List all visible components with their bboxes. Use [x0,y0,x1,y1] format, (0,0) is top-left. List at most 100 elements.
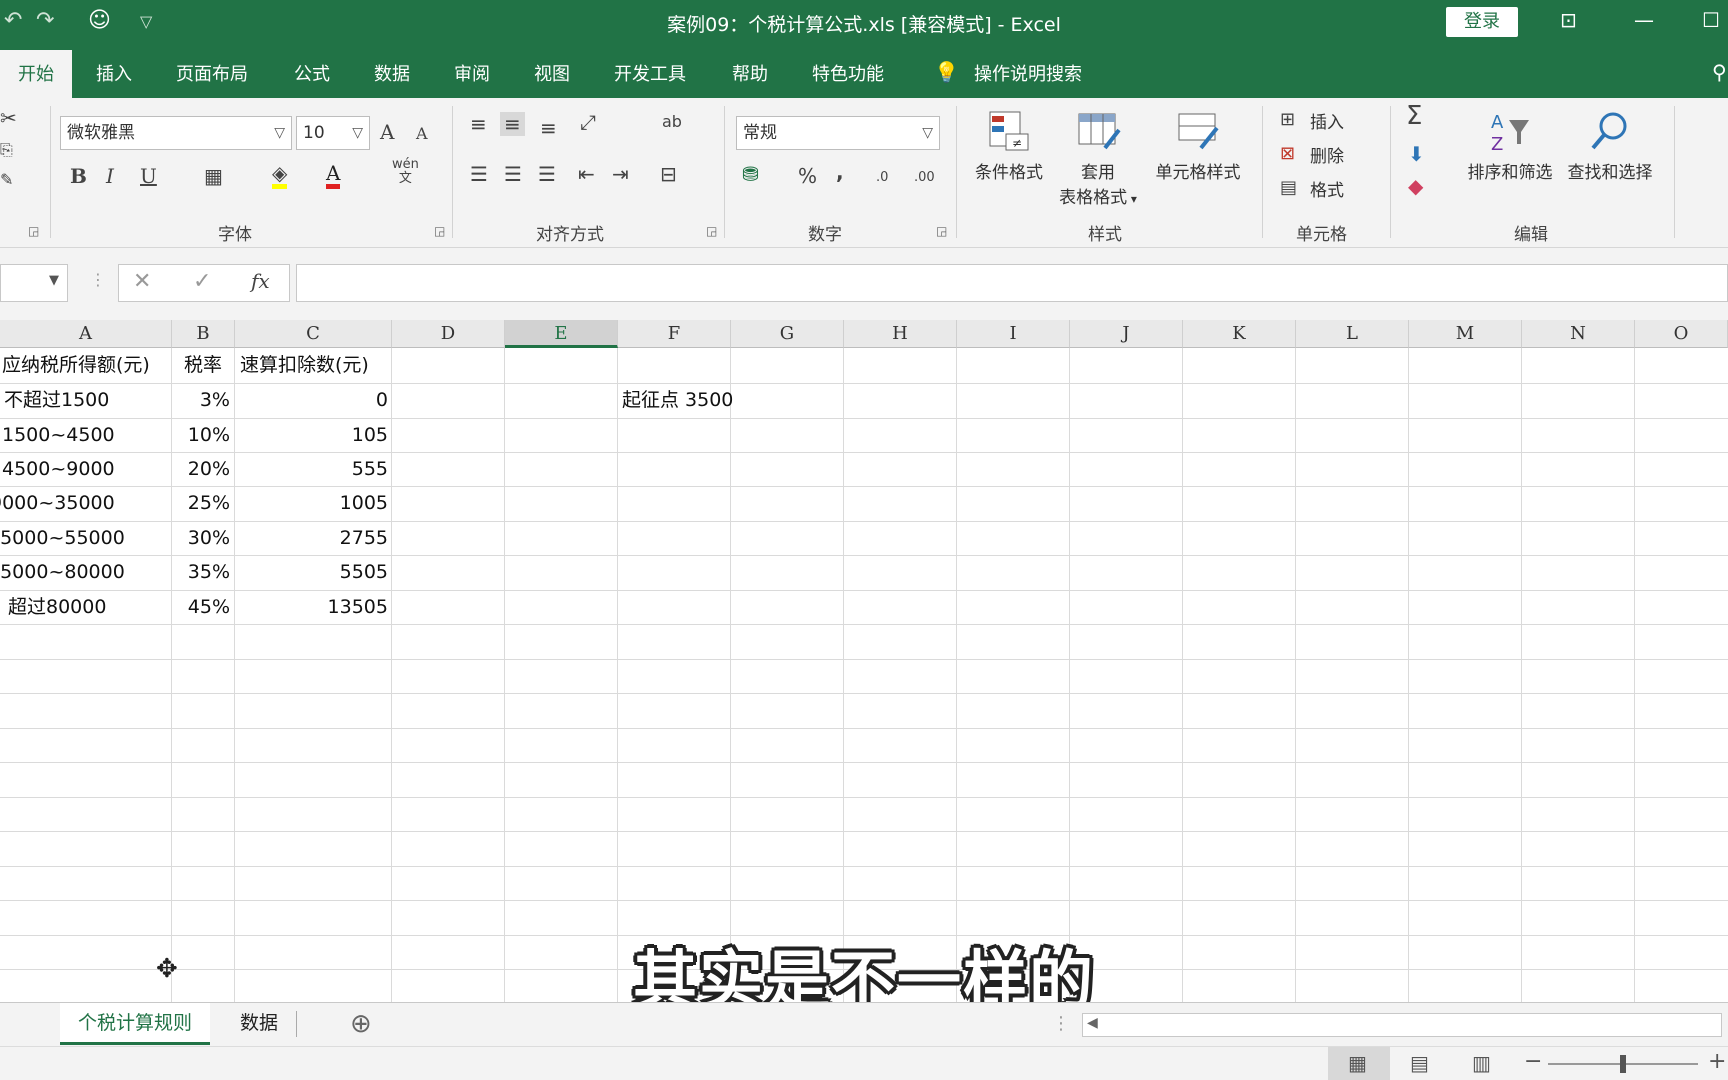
border-icon[interactable]: ▦ [204,164,223,188]
column-header-e[interactable]: E [505,320,618,348]
splitter-icon[interactable]: ⋮ [1052,1013,1070,1034]
grow-font-icon[interactable]: A [380,120,394,144]
insert-function-icon[interactable]: fx [251,269,270,293]
column-header-i[interactable]: I [957,320,1070,348]
sort-filter-button[interactable]: AZ 排序和筛选 [1460,108,1560,183]
table-cell[interactable]: 35% [172,555,230,590]
name-box[interactable]: ▼ [0,264,68,302]
percent-icon[interactable]: % [798,164,817,188]
italic-icon[interactable]: I [106,164,114,188]
copy-icon[interactable]: ⎘ [0,138,13,162]
shrink-font-icon[interactable]: A [416,122,428,146]
tab-home[interactable]: 开始 [0,50,72,98]
column-header-m[interactable]: M [1409,320,1522,348]
table-cell[interactable]: 1005 [235,486,388,521]
column-header-g[interactable]: G [731,320,844,348]
underline-icon[interactable]: U [140,164,157,188]
table-cell[interactable]: 10% [172,418,230,453]
merge-center-icon[interactable]: ⊟ [660,162,677,186]
increase-indent-icon[interactable]: ⇥ [612,162,629,186]
cut-icon[interactable]: ✂ [0,106,17,130]
table-cell[interactable]: 30% [172,521,230,556]
column-header-a[interactable]: A [0,320,172,348]
conditional-format-button[interactable]: ≠ 条件格式 [966,108,1052,183]
fill-down-icon[interactable]: ⬇ [1408,142,1425,166]
table-cell[interactable]: 20% [172,452,230,487]
enter-icon[interactable]: ✓ [193,269,211,294]
tell-me-search[interactable]: 操作说明搜索 [974,60,1082,86]
currency-icon[interactable]: ⛃ [742,162,759,186]
number-launcher-icon[interactable]: ◲ [936,224,947,238]
formula-input[interactable] [296,264,1728,302]
clear-icon[interactable]: ◆ [1408,174,1423,198]
add-sheet-icon[interactable]: ⊕ [350,1009,372,1039]
table-cell[interactable]: 35000~55000 [0,521,170,556]
column-header-c[interactable]: C [235,320,392,348]
column-header-j[interactable]: J [1070,320,1183,348]
table-cell[interactable]: 2755 [235,521,388,556]
table-cell[interactable]: 4500~9000 [2,452,170,487]
format-cells-button[interactable]: 格式 [1310,176,1344,201]
increase-decimal-icon[interactable]: .0 [876,166,888,190]
table-cell[interactable]: 55000~80000 [0,555,170,590]
table-cell[interactable]: 13505 [235,590,388,625]
zoom-out-icon[interactable]: − [1524,1049,1542,1074]
tab-help[interactable]: 帮助 [732,60,768,86]
decrease-indent-icon[interactable]: ⇤ [578,162,595,186]
font-color-icon[interactable]: A [326,162,341,189]
fill-color-icon[interactable]: ◈ [272,162,288,189]
login-button[interactable]: 登录 [1446,7,1518,37]
maximize-icon[interactable]: ☐ [1702,8,1720,32]
column-header-l[interactable]: L [1296,320,1409,348]
table-cell[interactable]: 555 [235,452,388,487]
normal-view-button[interactable]: ▦ [1328,1047,1390,1080]
insert-cells-button[interactable]: 插入 [1310,108,1344,133]
align-right-icon[interactable]: ☰ [538,162,556,186]
table-cell[interactable]: 1500~4500 [2,418,170,453]
table-header-income[interactable]: 应纳税所得额(元) [2,348,170,383]
table-cell[interactable]: 5505 [235,555,388,590]
table-header-rate[interactable]: 税率 [172,348,234,383]
align-launcher-icon[interactable]: ◲ [706,224,717,238]
account-icon[interactable]: ⚲ [1712,60,1727,84]
sheet-tab-data[interactable]: 数据 [222,1003,296,1045]
orientation-icon[interactable]: ⤢ [580,110,596,134]
page-break-view-icon[interactable]: ▥ [1472,1051,1491,1075]
table-header-deduction[interactable]: 速算扣除数(元) [240,348,390,383]
chevron-down-icon[interactable]: ▼ [49,273,59,288]
column-header-b[interactable]: B [172,320,235,348]
table-cell[interactable]: 超过80000 [8,590,170,625]
autosum-icon[interactable]: Σ [1406,103,1422,129]
table-cell[interactable]: 0 [235,383,388,418]
table-cell[interactable]: 不超过1500 [4,383,170,418]
tab-data[interactable]: 数据 [374,60,410,86]
tab-page-layout[interactable]: 页面布局 [176,60,248,86]
tab-view[interactable]: 视图 [534,60,570,86]
threshold-note-cell[interactable]: 起征点 3500 [622,383,842,418]
table-cell[interactable]: 25% [172,486,230,521]
tab-insert[interactable]: 插入 [96,60,132,86]
find-select-button[interactable]: 查找和选择 [1560,108,1660,183]
align-center-icon[interactable]: ☰ [504,162,522,186]
format-as-table-button[interactable]: 套用 表格格式 ▾ [1052,108,1144,208]
insert-cells-icon[interactable]: ⊞ [1280,108,1295,132]
tab-developer[interactable]: 开发工具 [614,60,686,86]
tab-formulas[interactable]: 公式 [294,60,330,86]
font-size-combo[interactable]: 10 ▽ [296,116,370,150]
column-header-k[interactable]: K [1183,320,1296,348]
cell-styles-button[interactable]: 单元格样式 [1146,108,1250,183]
horizontal-scrollbar[interactable]: ◀ [1082,1013,1722,1037]
sheet-tab-tax-rules[interactable]: 个税计算规则 [60,1003,211,1045]
table-cell[interactable]: 9000~35000 [0,486,170,521]
ribbon-display-icon[interactable]: ⊡ [1560,8,1577,32]
tab-review[interactable]: 审阅 [454,60,490,86]
minimize-icon[interactable]: — [1634,8,1654,32]
align-bottom-icon[interactable]: ≡ [540,116,557,140]
align-middle-icon[interactable]: ≡ [500,112,525,136]
bold-icon[interactable]: B [70,164,87,188]
zoom-in-icon[interactable]: + [1708,1049,1726,1074]
decrease-decimal-icon[interactable]: .00 [914,166,935,190]
table-cell[interactable]: 105 [235,418,388,453]
splitter-icon[interactable]: ⋮ [90,270,106,289]
column-header-o[interactable]: O [1635,320,1728,348]
